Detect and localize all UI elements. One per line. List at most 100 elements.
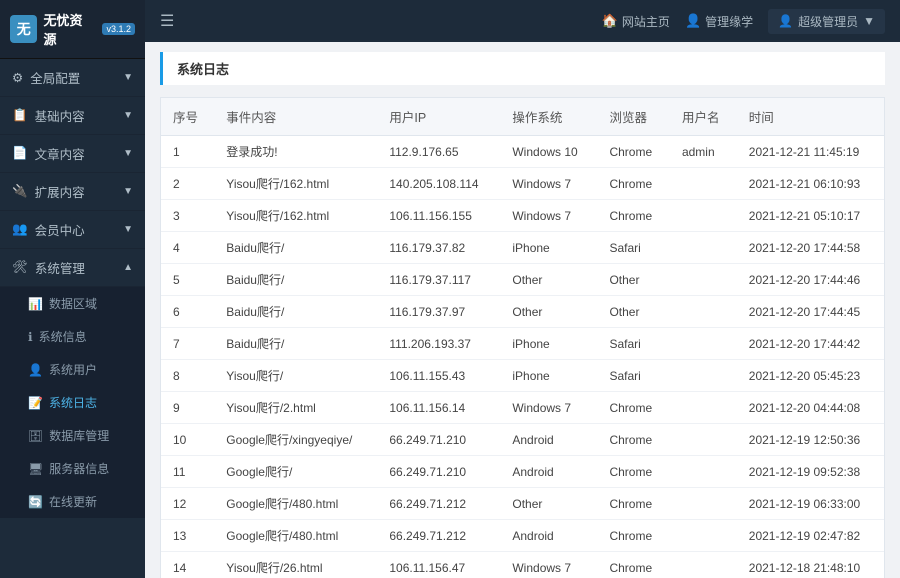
sidebar-item-server-info[interactable]: 🖥 服务器信息 [0, 452, 145, 485]
cell-user: admin [670, 136, 737, 168]
cell-id: 3 [161, 200, 214, 232]
main-content: ☰ 🏠 网站主页 👤 管理缘学 👤 超级管理员 ▼ 系统日志 [145, 0, 900, 578]
cell-user [670, 200, 737, 232]
chevron-down-icon: ▼ [123, 148, 133, 159]
sidebar-item-basic-content[interactable]: 📋 基础内容 ▼ [0, 97, 145, 135]
user-menu[interactable]: 👤 超级管理员 ▼ [768, 9, 885, 34]
cell-id: 13 [161, 520, 214, 552]
cell-os: iPhone [500, 328, 597, 360]
sidebar-item-db-manage[interactable]: 🗄 数据库管理 [0, 419, 145, 452]
sidebar-label-server-info: 服务器信息 [49, 460, 109, 477]
sidebar-label-extend-content: 扩展内容 [35, 182, 85, 201]
cell-ip: 116.179.37.97 [377, 296, 500, 328]
cell-id: 5 [161, 264, 214, 296]
sidebar-item-global-config[interactable]: ⚙ 全局配置 ▼ [0, 59, 145, 97]
cell-event: Google爬行/ [214, 456, 377, 488]
website-home-link[interactable]: 🏠 网站主页 [602, 13, 670, 30]
sidebar-item-system-users[interactable]: 👤 系统用户 [0, 353, 145, 386]
table-row: 9 Yisou爬行/2.html 106.11.156.14 Windows 7… [161, 392, 884, 424]
cell-os: iPhone [500, 232, 597, 264]
cell-event: Baidu爬行/ [214, 296, 377, 328]
cell-os: Windows 7 [500, 392, 597, 424]
cell-ip: 106.11.156.14 [377, 392, 500, 424]
cell-id: 8 [161, 360, 214, 392]
cell-os: Android [500, 520, 597, 552]
cell-user [670, 168, 737, 200]
table-row: 5 Baidu爬行/ 116.179.37.117 Other Other 20… [161, 264, 884, 296]
manager-link[interactable]: 👤 管理缘学 [685, 13, 753, 30]
topbar: ☰ 🏠 网站主页 👤 管理缘学 👤 超级管理员 ▼ [145, 0, 900, 42]
sidebar-item-online-update[interactable]: 🔄 在线更新 [0, 485, 145, 518]
cell-time: 2021-12-20 17:44:46 [737, 264, 884, 296]
cell-ip: 66.249.71.212 [377, 520, 500, 552]
cell-id: 14 [161, 552, 214, 578]
cell-browser: Chrome [597, 392, 669, 424]
sidebar-item-extend-content[interactable]: 🔌 扩展内容 ▼ [0, 173, 145, 211]
sidebar-label-system-info: 系统信息 [39, 328, 87, 345]
cell-ip: 66.249.71.210 [377, 424, 500, 456]
system-users-icon: 👤 [28, 363, 43, 377]
sidebar-label-online-update: 在线更新 [49, 493, 97, 510]
sidebar-item-system-logs[interactable]: 📝 系统日志 [0, 386, 145, 419]
table-row: 7 Baidu爬行/ 111.206.193.37 iPhone Safari … [161, 328, 884, 360]
website-home-label: 网站主页 [622, 13, 670, 30]
table-row: 11 Google爬行/ 66.249.71.210 Android Chrom… [161, 456, 884, 488]
member-center-icon: 👥 [12, 222, 28, 237]
cell-ip: 112.9.176.65 [377, 136, 500, 168]
cell-event: Baidu爬行/ [214, 328, 377, 360]
cell-time: 2021-12-19 06:33:00 [737, 488, 884, 520]
sidebar-item-member-center[interactable]: 👥 会员中心 ▼ [0, 211, 145, 249]
cell-browser: Safari [597, 328, 669, 360]
sidebar-item-article-content[interactable]: 📄 文章内容 ▼ [0, 135, 145, 173]
page-title: 系统日志 [160, 52, 885, 85]
cell-id: 7 [161, 328, 214, 360]
cell-browser: Chrome [597, 424, 669, 456]
cell-id: 10 [161, 424, 214, 456]
logo-text: 无忧资源 [43, 10, 94, 48]
table-row: 4 Baidu爬行/ 116.179.37.82 iPhone Safari 2… [161, 232, 884, 264]
cell-browser: Safari [597, 232, 669, 264]
hamburger-icon[interactable]: ☰ [160, 11, 174, 31]
cell-os: Windows 7 [500, 552, 597, 578]
cell-ip: 106.11.156.155 [377, 200, 500, 232]
sidebar-item-system-manage[interactable]: 🛠 系统管理 ▲ [0, 249, 145, 287]
sidebar-label-article-content: 文章内容 [35, 144, 85, 163]
table-row: 14 Yisou爬行/26.html 106.11.156.47 Windows… [161, 552, 884, 578]
cell-user [670, 232, 737, 264]
global-config-icon: ⚙ [12, 70, 23, 85]
cell-os: Other [500, 488, 597, 520]
cell-user [670, 520, 737, 552]
cell-time: 2021-12-20 04:44:08 [737, 392, 884, 424]
cell-time: 2021-12-20 17:44:58 [737, 232, 884, 264]
cell-os: Windows 7 [500, 168, 597, 200]
sidebar-label-system-manage: 系统管理 [35, 258, 85, 277]
sidebar-label-data-area: 数据区域 [49, 295, 97, 312]
cell-event: Yisou爬行/26.html [214, 552, 377, 578]
sidebar-item-data-area[interactable]: 📊 数据区域 [0, 287, 145, 320]
cell-os: Other [500, 264, 597, 296]
table-row: 10 Google爬行/xingyeqiye/ 66.249.71.210 An… [161, 424, 884, 456]
user-label: 超级管理员 [798, 13, 858, 30]
cell-ip: 66.249.71.210 [377, 456, 500, 488]
cell-ip: 116.179.37.82 [377, 232, 500, 264]
table-row: 12 Google爬行/480.html 66.249.71.212 Other… [161, 488, 884, 520]
basic-content-icon: 📋 [12, 108, 28, 123]
log-table-container: 序号 事件内容 用户IP 操作系统 浏览器 用户名 时间 1 登录成功! 112… [160, 97, 885, 578]
sidebar-item-system-info[interactable]: ℹ 系统信息 [0, 320, 145, 353]
content-area: 系统日志 序号 事件内容 用户IP 操作系统 浏览器 用户名 时间 1 [145, 42, 900, 578]
col-ip: 用户IP [377, 98, 500, 136]
table-row: 3 Yisou爬行/162.html 106.11.156.155 Window… [161, 200, 884, 232]
cell-user [670, 392, 737, 424]
topbar-right: 🏠 网站主页 👤 管理缘学 👤 超级管理员 ▼ [602, 9, 885, 34]
cell-time: 2021-12-21 11:45:19 [737, 136, 884, 168]
cell-os: Windows 10 [500, 136, 597, 168]
cell-time: 2021-12-20 17:44:42 [737, 328, 884, 360]
cell-browser: Safari [597, 360, 669, 392]
cell-time: 2021-12-18 21:48:10 [737, 552, 884, 578]
cell-id: 11 [161, 456, 214, 488]
cell-time: 2021-12-19 02:47:82 [737, 520, 884, 552]
chevron-down-icon: ▼ [123, 110, 133, 121]
cell-time: 2021-12-19 09:52:38 [737, 456, 884, 488]
sidebar-label-member-center: 会员中心 [35, 220, 85, 239]
cell-id: 2 [161, 168, 214, 200]
